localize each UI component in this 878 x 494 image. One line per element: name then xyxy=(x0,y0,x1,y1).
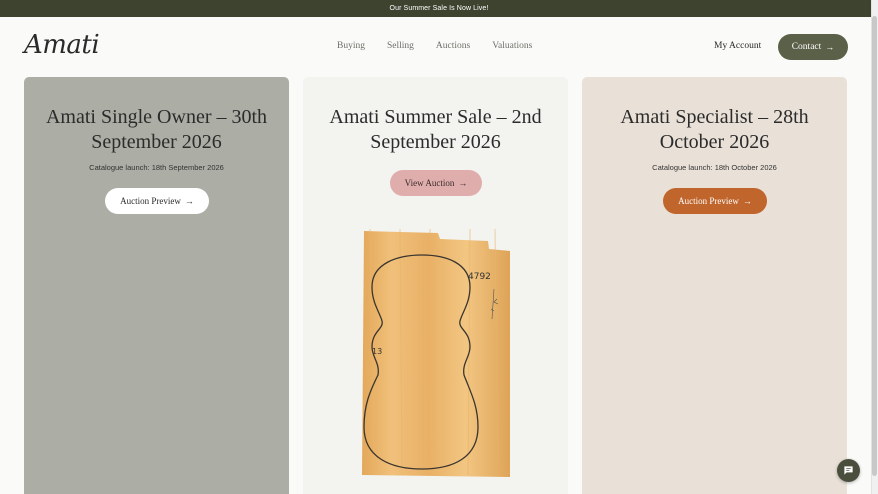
my-account-link[interactable]: My Account xyxy=(714,41,761,51)
auction-preview-button[interactable]: Auction Preview → xyxy=(105,188,209,214)
button-label: View Auction xyxy=(404,178,455,188)
button-label: Auction Preview xyxy=(120,196,181,206)
annotation-number: 4792 xyxy=(468,272,491,282)
auction-card-summer-sale[interactable]: Amati Summer Sale – 2nd September 2026 V… xyxy=(303,77,568,494)
card-subtitle: Catalogue launch: 18th October 2026 xyxy=(652,163,777,172)
button-label: Auction Preview xyxy=(678,196,739,206)
card-title: Amati Single Owner – 30th September 2026 xyxy=(45,106,268,153)
contact-label: Contact xyxy=(791,42,822,52)
card-title: Amati Summer Sale – 2nd September 2026 xyxy=(329,106,542,153)
auction-cards: Amati Single Owner – 30th September 2026… xyxy=(24,77,847,494)
site-header: Amati Buying Selling Auctions Valuations… xyxy=(0,17,871,77)
chat-icon xyxy=(844,466,853,475)
scrollbar[interactable] xyxy=(871,0,878,494)
contact-button[interactable]: Contact → xyxy=(778,34,848,60)
announcement-bar: Our Summer Sale Is Now Live! xyxy=(0,0,878,17)
chat-bubble-icon[interactable] xyxy=(837,459,860,482)
announcement-text: Our Summer Sale Is Now Live! xyxy=(389,5,489,12)
nav-item-buying[interactable]: Buying xyxy=(337,41,365,51)
annotation-number: 13 xyxy=(372,347,382,356)
view-auction-button[interactable]: View Auction → xyxy=(390,170,482,196)
card-title: Amati Specialist – 28th October 2026 xyxy=(620,106,809,153)
auction-card-single-owner[interactable]: Amati Single Owner – 30th September 2026… xyxy=(24,77,289,494)
arrow-right-icon: → xyxy=(742,196,752,206)
logo[interactable]: Amati xyxy=(24,30,100,60)
nav-item-auctions[interactable]: Auctions xyxy=(436,41,470,51)
card-subtitle: Catalogue launch: 18th September 2026 xyxy=(89,163,224,172)
auction-preview-button[interactable]: Auction Preview → xyxy=(663,188,767,214)
scrollbar-thumb[interactable] xyxy=(872,16,877,476)
nav-item-valuations[interactable]: Valuations xyxy=(492,41,532,51)
violin-template-wood-image: 4792 13 xyxy=(362,229,510,477)
arrow-right-icon: → xyxy=(825,42,835,52)
arrow-right-icon: → xyxy=(184,196,194,206)
nav-item-selling[interactable]: Selling xyxy=(387,41,414,51)
auction-card-specialist[interactable]: Amati Specialist – 28th October 2026 Cat… xyxy=(582,77,847,494)
main-nav: Buying Selling Auctions Valuations xyxy=(337,41,554,51)
arrow-right-icon: → xyxy=(458,178,468,188)
